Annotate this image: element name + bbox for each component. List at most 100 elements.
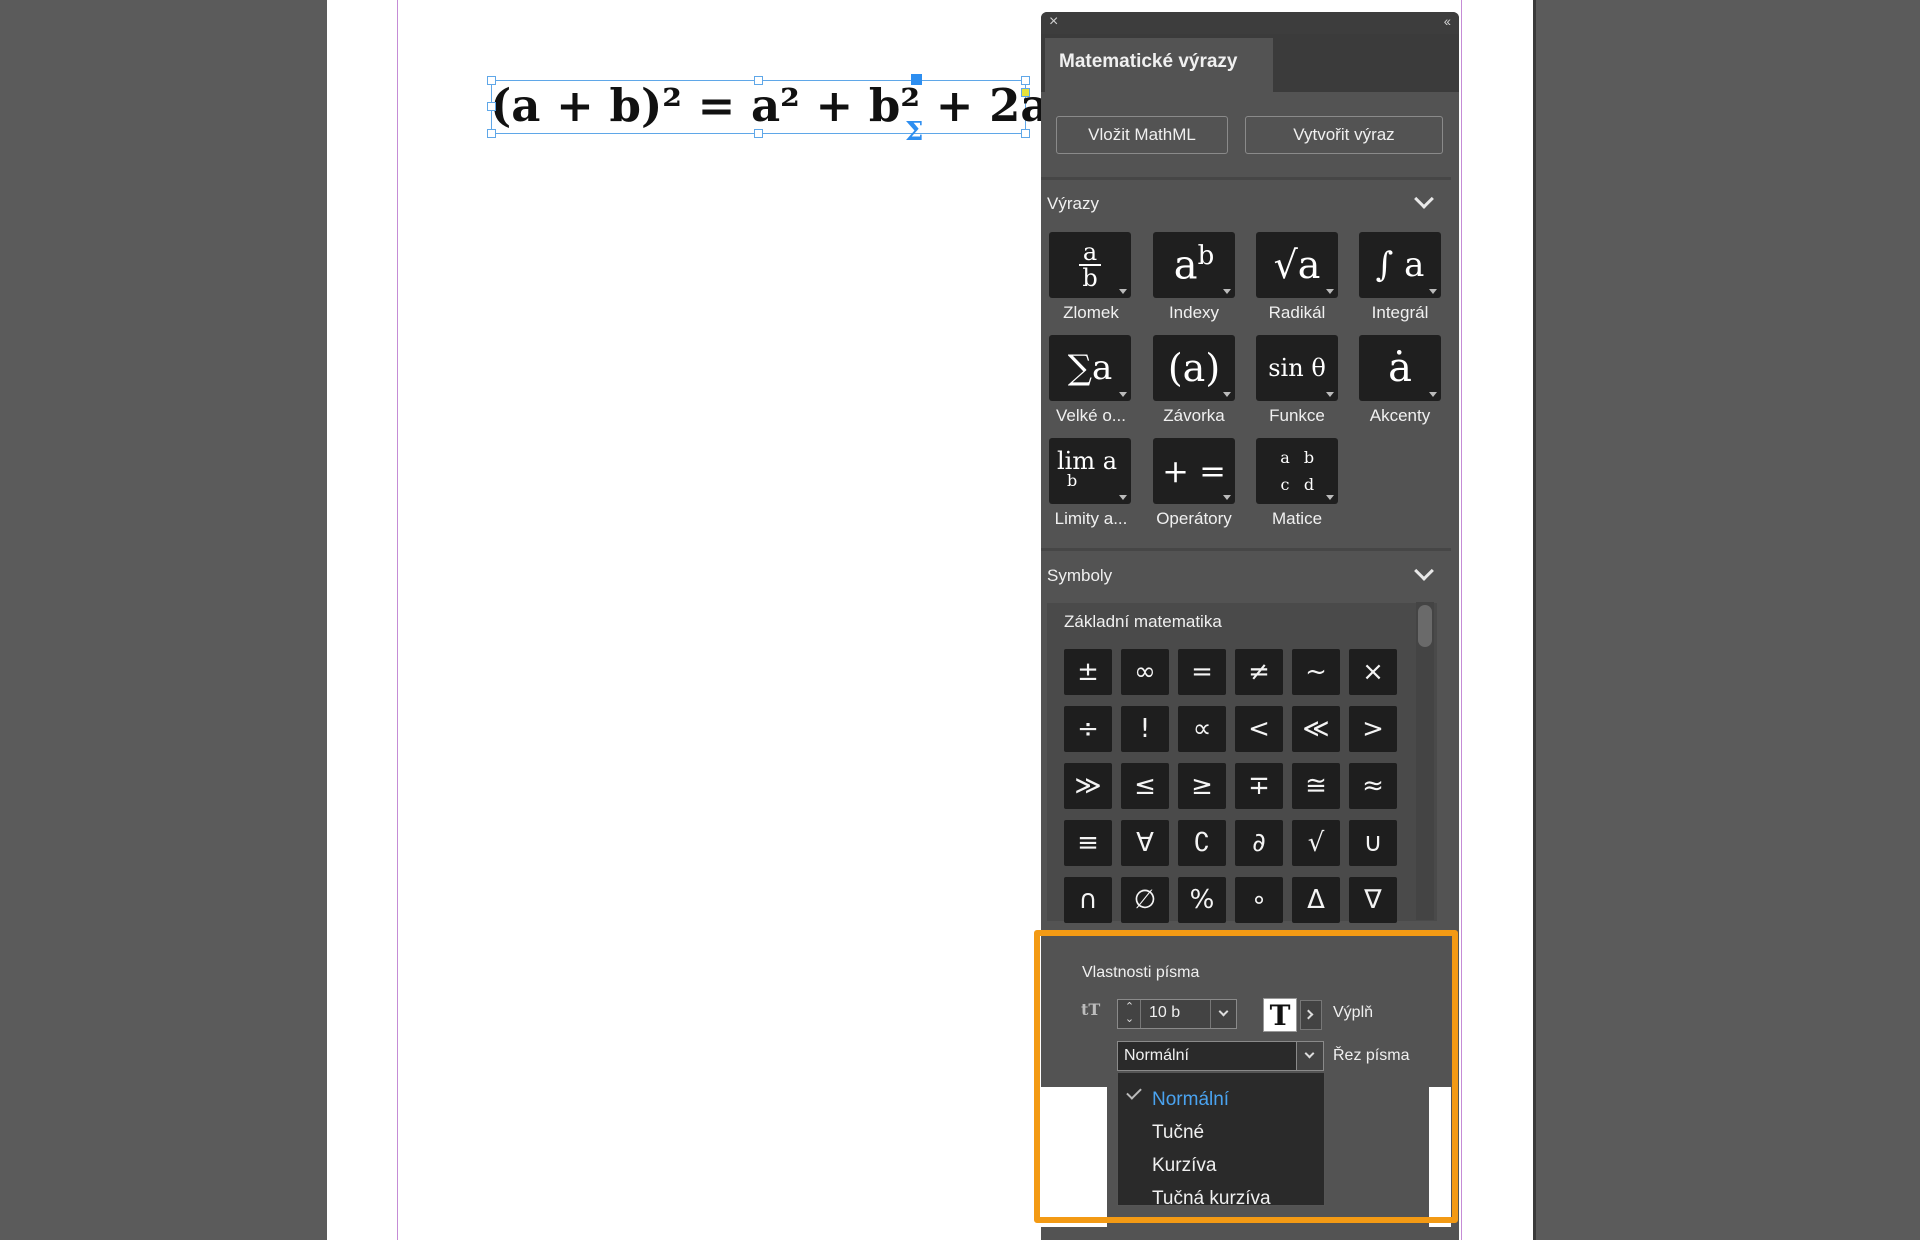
tab-math-expressions[interactable]: Matematické výrazy <box>1045 38 1273 92</box>
symbol-button[interactable]: ~ <box>1292 649 1340 695</box>
matrix-tile[interactable]: a b c d <box>1256 438 1338 504</box>
symbols-category-title: Základní matematika <box>1064 612 1222 631</box>
indexes-label: Indexy <box>1168 303 1220 322</box>
matrix-label: Matice <box>1271 509 1323 528</box>
chevron-down-icon[interactable] <box>1414 561 1434 581</box>
radical-icon: √a <box>1273 243 1321 287</box>
symbol-button[interactable]: ≡ <box>1064 820 1112 866</box>
right-margin-guide <box>1461 0 1462 1240</box>
panel-titlebar: × ‹‹ <box>1041 12 1459 34</box>
resize-handle-tc[interactable] <box>754 76 763 85</box>
symbol-button[interactable]: ≪ <box>1292 706 1340 752</box>
radical-label: Radikál <box>1268 303 1326 322</box>
collapse-icon[interactable]: ‹‹ <box>1444 13 1451 29</box>
matrix-d: d <box>1303 475 1315 494</box>
function-tile[interactable]: sin θ <box>1256 335 1338 401</box>
divider <box>1041 177 1451 180</box>
resize-handle-bc[interactable] <box>754 129 763 138</box>
equation-text[interactable]: (a + b)² = a² + b² + 2ab <box>490 76 1081 136</box>
symbol-button[interactable]: ≅ <box>1292 763 1340 809</box>
matrix-c: c <box>1280 475 1290 494</box>
symbol-button[interactable]: ∞ <box>1121 649 1169 695</box>
accent-tile[interactable]: ȧ <box>1359 335 1441 401</box>
accents-label: Akcenty <box>1369 406 1431 425</box>
content-grabber[interactable] <box>911 74 922 85</box>
fraction-label: Zlomek <box>1063 303 1119 322</box>
symbol-button[interactable]: × <box>1349 649 1397 695</box>
symbol-button[interactable]: ∂ <box>1235 820 1283 866</box>
limit-tile[interactable]: lim a b <box>1049 438 1131 504</box>
scrollbar-thumb[interactable] <box>1418 605 1432 647</box>
superscript-icon: ab <box>1174 241 1215 288</box>
symbol-button[interactable]: ≫ <box>1064 763 1112 809</box>
resize-handle-tl[interactable] <box>487 76 496 85</box>
fraction-tile[interactable]: a b <box>1049 232 1131 298</box>
symbol-button[interactable]: ≥ <box>1178 763 1226 809</box>
symbol-button[interactable]: ∅ <box>1121 877 1169 923</box>
highlight-box <box>1034 930 1458 1223</box>
superscript-tile[interactable]: ab <box>1153 232 1235 298</box>
symbol-button[interactable]: ∪ <box>1349 820 1397 866</box>
bracket-tile[interactable]: (a) <box>1153 335 1235 401</box>
symbol-button[interactable]: > <box>1349 706 1397 752</box>
symbol-button[interactable]: ≠ <box>1235 649 1283 695</box>
symbol-button[interactable]: ≈ <box>1349 763 1397 809</box>
matrix-b: b <box>1303 448 1315 467</box>
large-operators-label: Velké o... <box>1056 406 1126 425</box>
integral-label: Integrál <box>1371 303 1429 322</box>
symbol-button[interactable]: ≤ <box>1121 763 1169 809</box>
symbol-button[interactable]: ∩ <box>1064 877 1112 923</box>
large-operator-icon: ∑a <box>1067 348 1113 388</box>
symbol-button[interactable]: Δ <box>1292 877 1340 923</box>
operator-tile[interactable]: + = <box>1153 438 1235 504</box>
integral-tile[interactable]: ∫ a <box>1359 232 1441 298</box>
resize-handle-bl[interactable] <box>487 129 496 138</box>
fraction-icon: a b <box>1079 238 1101 292</box>
symbol-button[interactable]: ∁ <box>1178 820 1226 866</box>
fraction-numerator: a <box>1082 238 1098 266</box>
operators-label: Operátory <box>1156 509 1232 528</box>
close-icon[interactable]: × <box>1049 13 1058 31</box>
symbol-button[interactable]: ∓ <box>1235 763 1283 809</box>
resize-handle-br[interactable] <box>1021 129 1030 138</box>
symbols-scrollbar[interactable] <box>1416 602 1434 920</box>
symbol-button[interactable]: ÷ <box>1064 706 1112 752</box>
symbol-button[interactable]: ∘ <box>1235 877 1283 923</box>
symbols-section-title[interactable]: Symboly <box>1047 566 1112 586</box>
bracket-icon: (a) <box>1167 346 1221 390</box>
radical-tile[interactable]: √a <box>1256 232 1338 298</box>
symbol-button[interactable]: ! <box>1121 706 1169 752</box>
divider <box>1041 548 1451 551</box>
panel-tabbar: Matematické výrazy <box>1041 34 1459 92</box>
insert-mathml-button[interactable]: Vložit MathML <box>1056 116 1228 154</box>
large-operator-tile[interactable]: ∑a <box>1049 335 1131 401</box>
symbol-button[interactable]: = <box>1178 649 1226 695</box>
index-base: a <box>1173 242 1198 289</box>
symbol-button[interactable]: % <box>1178 877 1226 923</box>
symbol-button[interactable]: ± <box>1064 649 1112 695</box>
resize-handle-tr[interactable] <box>1021 76 1030 85</box>
resize-handle-ml[interactable] <box>487 102 496 111</box>
symbol-button[interactable]: √ <box>1292 820 1340 866</box>
symbol-button[interactable]: ∇ <box>1349 877 1397 923</box>
create-expression-button[interactable]: Vytvořit výraz <box>1245 116 1443 154</box>
accent-icon: ȧ <box>1388 345 1412 391</box>
math-expressions-panel: × ‹‹ Matematické výrazy Vložit MathML Vy… <box>1041 12 1459 1087</box>
limit-text: lim a <box>1056 447 1118 475</box>
matrix-a: a <box>1280 448 1290 467</box>
index-sup: b <box>1197 241 1215 272</box>
function-label: Funkce <box>1269 406 1325 425</box>
function-icon: sin θ <box>1268 354 1326 382</box>
symbol-button[interactable]: ∝ <box>1178 706 1226 752</box>
symbol-button[interactable]: < <box>1235 706 1283 752</box>
limits-label: Limity a... <box>1054 509 1128 528</box>
page-edge <box>1533 0 1536 1240</box>
expressions-section-title[interactable]: Výrazy <box>1047 194 1099 214</box>
chevron-down-icon[interactable] <box>1414 189 1434 209</box>
left-margin-guide <box>397 0 398 1240</box>
fraction-denominator: b <box>1082 264 1098 292</box>
integral-icon: ∫ a <box>1375 245 1425 285</box>
symbol-button[interactable]: ∀ <box>1121 820 1169 866</box>
anchor-handle[interactable] <box>1021 88 1030 97</box>
operator-icon: + = <box>1162 452 1226 490</box>
